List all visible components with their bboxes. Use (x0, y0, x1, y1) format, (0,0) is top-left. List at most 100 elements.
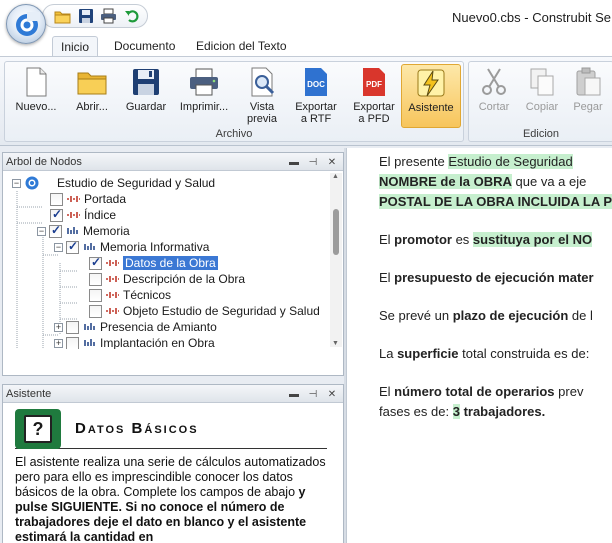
save-disk-icon[interactable] (76, 7, 95, 26)
document-editor[interactable]: El presente Estudio de Seguridad NOMBRE … (346, 148, 612, 543)
pane-menu-icon[interactable]: ▬ (287, 387, 301, 401)
pane-menu-icon[interactable]: ▬ (287, 155, 301, 169)
quick-access-toolbar (42, 4, 148, 28)
datos-obra-checkbox[interactable] (89, 255, 102, 270)
tree-node-datos-obra[interactable]: Datos de la Obra (89, 255, 218, 271)
descripcion-obra-checkbox[interactable] (89, 272, 102, 286)
tecnicos-checkbox[interactable] (89, 288, 102, 302)
doc-text-bold: trabajadores. (459, 404, 546, 419)
text-node-icon (106, 292, 119, 298)
text-node-icon (106, 308, 119, 314)
doc-field-highlight: sustituya por el NO (472, 232, 593, 247)
new-document-icon (26, 67, 47, 97)
doc-text-bold: plazo de ejecución (452, 308, 569, 323)
tree-node-label: Objeto Estudio de Seguridad y Salud (123, 304, 320, 318)
doc-field-highlight: POSTAL DE LA OBRA INCLUIDA LA P (379, 194, 612, 209)
tree-node-label: Portada (84, 192, 127, 206)
tree-node-descripcion-obra[interactable]: Descripción de la Obra (89, 271, 245, 287)
scrollbar-thumb[interactable] (333, 209, 339, 255)
tree-node-memoria[interactable]: − Memoria (37, 223, 130, 239)
nuevo-label: Nuevo... (15, 101, 57, 113)
vista-previa-button[interactable]: Vista previa (233, 64, 291, 128)
tree-node-label: Memoria Informativa (100, 240, 210, 254)
indice-checkbox[interactable] (50, 207, 63, 222)
implantacion-checkbox[interactable] (66, 336, 79, 349)
tree-node-label: Técnicos (123, 288, 172, 302)
doc-text: prev (554, 384, 584, 399)
ribbon-group-edicion: Cortar Copiar Pegar Edicion (468, 61, 612, 142)
exportar-pfd-button[interactable]: PDF Exportar a PFD (345, 64, 403, 128)
tree-pane-title: Arbol de Nodos (6, 156, 82, 168)
doc-text: es (451, 232, 473, 247)
text-node-icon (106, 260, 119, 266)
exportar-rtf-button[interactable]: DOC Exportar a RTF (287, 64, 345, 128)
amianto-checkbox[interactable] (66, 320, 79, 334)
archivo-group-label: Archivo (215, 128, 253, 140)
portada-checkbox[interactable] (50, 192, 63, 206)
tree-node-tecnicos[interactable]: Técnicos (89, 287, 171, 303)
app-logo-icon (16, 12, 40, 36)
folder-node-icon (84, 243, 95, 250)
tab-edicion-del-texto[interactable]: Edicion del Texto (188, 36, 295, 57)
folder-node-icon (67, 227, 78, 234)
tab-inicio[interactable]: Inicio (52, 36, 99, 57)
memoria-checkbox[interactable] (49, 223, 62, 238)
nuevo-button[interactable]: Nuevo... (7, 64, 65, 128)
doc-text: total construida es de: (458, 346, 590, 361)
memoria-informativa-checkbox[interactable] (66, 239, 79, 254)
close-icon[interactable]: ✕ (325, 387, 339, 401)
doc-paragraph-1: El presente Estudio de Seguridad (379, 152, 612, 172)
text-node-icon (106, 276, 119, 282)
undo-icon[interactable] (122, 7, 141, 26)
tree-scrollbar[interactable]: ▲ ▼ (330, 173, 342, 347)
expand-icon[interactable]: + (54, 322, 63, 332)
doc-text: fases es de: (379, 404, 453, 419)
print-icon[interactable] (99, 7, 118, 26)
doc-badge: DOC (307, 80, 325, 89)
doc-paragraph-plazo: Se prevé un plazo de ejecución de l (379, 306, 612, 326)
tree-node-memoria-informativa[interactable]: − Memoria Informativa (54, 239, 209, 255)
expand-icon[interactable]: + (54, 338, 63, 348)
pin-icon[interactable]: ⊣ (306, 155, 320, 169)
objeto-estudio-checkbox[interactable] (89, 304, 102, 318)
scroll-down-icon[interactable]: ▼ (332, 340, 339, 347)
pegar-button[interactable]: Pegar (565, 64, 611, 128)
print-icon (190, 68, 218, 96)
collapse-icon[interactable]: − (54, 242, 63, 252)
imprimir-label: Imprimir... (179, 101, 229, 113)
doc-text: La (379, 346, 398, 361)
window-title: Nuevo0.cbs - Construbit Se (452, 10, 611, 25)
text-node-icon (67, 196, 80, 202)
print-preview-icon (251, 67, 275, 97)
close-icon[interactable]: ✕ (325, 155, 339, 169)
tab-documento[interactable]: Documento (106, 36, 183, 57)
doc-text: de l (568, 308, 593, 323)
scroll-up-icon[interactable]: ▲ (332, 173, 339, 180)
app-menu-orb[interactable] (6, 4, 46, 44)
save-disk-icon (133, 69, 159, 95)
open-folder-icon (77, 72, 107, 95)
guardar-button[interactable]: Guardar (117, 64, 175, 128)
asistente-button[interactable]: Asistente (401, 64, 461, 128)
pin-icon[interactable]: ⊣ (306, 387, 320, 401)
tree-node-amianto[interactable]: + Presencia de Amianto (54, 319, 217, 335)
collapse-icon[interactable]: − (12, 178, 21, 188)
tree-node-root[interactable]: − Estudio de Seguridad y Salud (12, 175, 215, 191)
doc-text-bold: presupuesto de ejecución mater (394, 270, 594, 285)
doc-paragraph-promotor: El promotor es sustituya por el NO (379, 230, 612, 250)
copiar-button[interactable]: Copiar (519, 64, 565, 128)
doc-field-highlight: NOMBRE de la OBRA (379, 174, 512, 189)
wizard-heading-block: ? Datos Básicos (15, 409, 327, 449)
tree-node-portada[interactable]: Portada (50, 191, 126, 207)
node-tree: − Estudio de Seguridad y Salud Portada Í… (3, 171, 343, 349)
collapse-icon[interactable]: − (37, 226, 46, 236)
doc-paragraph-1-line-3: POSTAL DE LA OBRA INCLUIDA LA P (379, 192, 612, 212)
tree-node-implantacion[interactable]: + Implantación en Obra (54, 335, 215, 349)
imprimir-button[interactable]: Imprimir... (175, 64, 233, 128)
open-folder-icon[interactable] (53, 7, 72, 26)
tree-node-indice[interactable]: Índice (50, 207, 116, 223)
abrir-button[interactable]: Abrir... (63, 64, 121, 128)
tree-node-objeto-estudio[interactable]: Objeto Estudio de Seguridad y Salud (89, 303, 320, 319)
tree-node-label: Memoria (83, 224, 130, 238)
cortar-button[interactable]: Cortar (471, 64, 517, 128)
